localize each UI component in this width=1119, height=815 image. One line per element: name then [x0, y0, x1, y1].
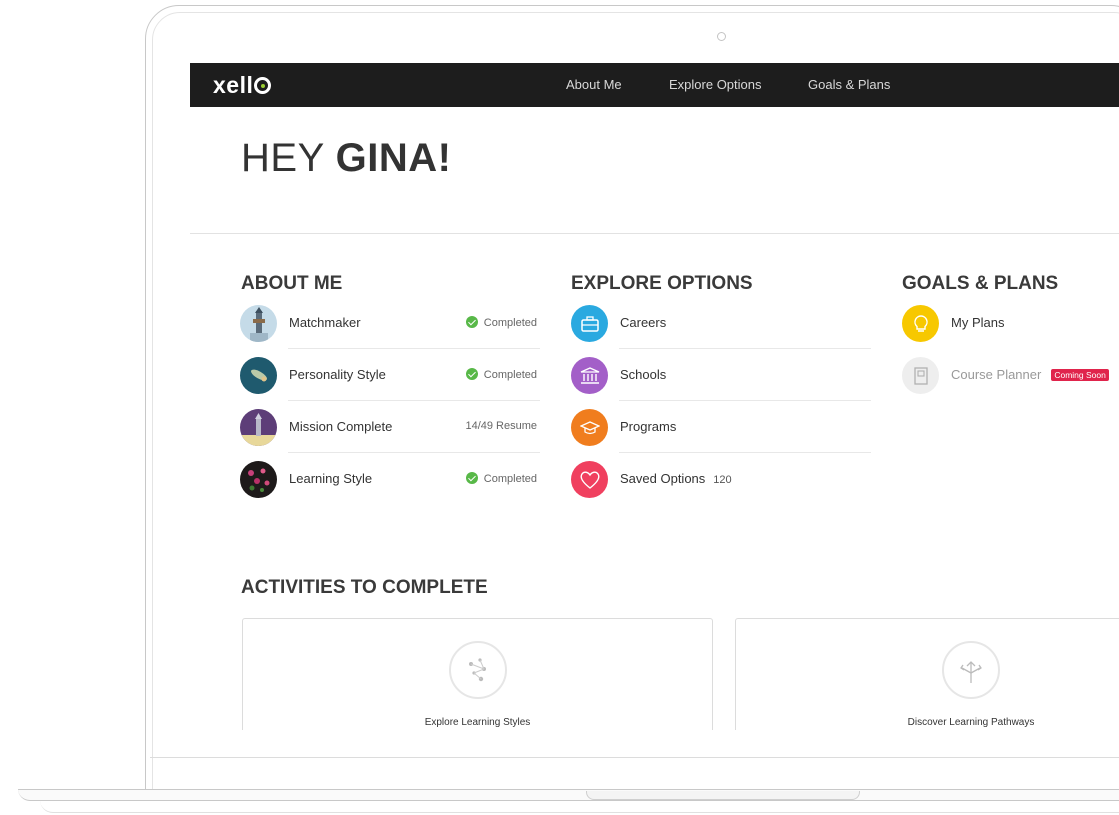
- network-icon: [448, 641, 507, 699]
- activity-card-learning-pathways[interactable]: Discover Learning Pathways: [735, 618, 1119, 730]
- explore-item-programs[interactable]: Programs: [571, 401, 871, 453]
- laptop-chin: [150, 757, 1119, 758]
- arrows-split-icon: [942, 641, 1000, 699]
- activity-card-title: Discover Learning Pathways: [907, 717, 1035, 728]
- activity-card-title: Explore Learning Styles: [424, 717, 531, 728]
- status-completed: Completed: [465, 316, 537, 329]
- explore-item-schools[interactable]: Schools: [571, 349, 871, 401]
- explore-item-label: Schools: [620, 367, 667, 382]
- divider: [190, 233, 1119, 234]
- nav-goals-plans[interactable]: Goals & Plans: [808, 77, 890, 92]
- status-completed: Completed: [465, 368, 537, 381]
- camera-icon: [717, 32, 726, 41]
- explore-item-label: Careers: [620, 315, 667, 330]
- about-item-learning-style[interactable]: Learning Style Completed: [240, 453, 540, 505]
- explore-item-label: Saved Options 120: [620, 471, 732, 486]
- goals-plans-title: GOALS & PLANS: [902, 273, 1059, 294]
- book-icon: [902, 357, 939, 394]
- about-item-matchmaker[interactable]: Matchmaker Completed: [240, 297, 540, 349]
- goals-item-label: Course Planner Coming Soon: [951, 367, 1109, 382]
- mission-avatar: [240, 409, 277, 446]
- status-progress[interactable]: 14/49 Resume: [465, 420, 537, 432]
- nav-explore-options[interactable]: Explore Options: [669, 77, 762, 92]
- learning-style-avatar: [240, 461, 277, 498]
- about-item-label: Learning Style: [289, 471, 373, 486]
- app-screen: xell About Me Explore Options Goals & Pl…: [190, 63, 1119, 730]
- about-item-mission-complete[interactable]: Mission Complete 14/49 Resume: [240, 401, 540, 453]
- about-item-label: Matchmaker: [289, 315, 361, 330]
- xello-logo[interactable]: xell: [213, 72, 272, 99]
- greeting-name: GINA!: [335, 136, 452, 180]
- nav-about-me[interactable]: About Me: [566, 77, 622, 92]
- explore-item-careers[interactable]: Careers: [571, 297, 871, 349]
- laptop-shadow: [40, 800, 1119, 813]
- about-item-personality-style[interactable]: Personality Style Completed: [240, 349, 540, 401]
- activities-title: ACTIVITIES TO COMPLETE: [241, 577, 488, 598]
- lightbulb-icon: [902, 305, 939, 342]
- top-nav: xell About Me Explore Options Goals & Pl…: [190, 63, 1119, 107]
- greeting-heading: HEY GINA!: [241, 136, 451, 181]
- activity-card-learning-styles[interactable]: Explore Learning Styles: [242, 618, 713, 730]
- explore-item-label: Programs: [620, 419, 677, 434]
- heart-icon: [571, 461, 608, 498]
- goals-item-course-planner: Course Planner Coming Soon: [902, 349, 1119, 401]
- personality-avatar: [240, 357, 277, 394]
- goals-item-label: My Plans: [951, 315, 1005, 330]
- check-icon: [465, 368, 478, 380]
- graduation-cap-icon: [571, 409, 608, 446]
- building-icon: [571, 357, 608, 394]
- matchmaker-avatar: [240, 305, 277, 342]
- about-me-title: ABOUT ME: [241, 273, 343, 294]
- coming-soon-badge: Coming Soon: [1051, 369, 1109, 381]
- greeting-hey: HEY: [241, 136, 325, 180]
- explore-item-saved-options[interactable]: Saved Options 120: [571, 453, 871, 505]
- goals-item-my-plans[interactable]: My Plans: [902, 297, 1119, 349]
- about-item-label: Personality Style: [289, 367, 386, 382]
- check-icon: [465, 472, 478, 484]
- saved-count: 120: [713, 474, 732, 486]
- explore-options-title: EXPLORE OPTIONS: [571, 273, 753, 294]
- check-icon: [465, 316, 478, 328]
- laptop-notch: [586, 791, 860, 800]
- status-completed: Completed: [465, 472, 537, 485]
- briefcase-icon: [571, 305, 608, 342]
- about-item-label: Mission Complete: [289, 419, 393, 434]
